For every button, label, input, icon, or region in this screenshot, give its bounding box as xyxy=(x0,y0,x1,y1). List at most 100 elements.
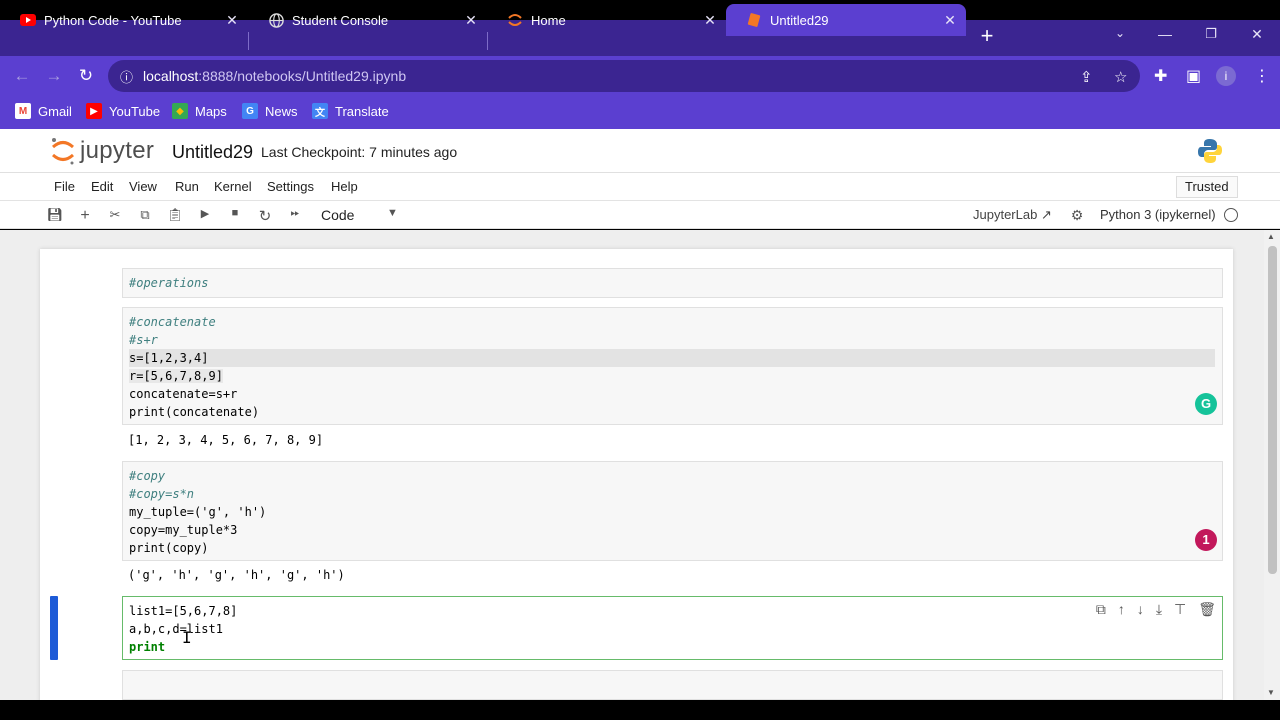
tab-home[interactable]: Home ✕ xyxy=(487,4,726,36)
youtube-icon xyxy=(20,12,36,28)
move-down-arrow-icon[interactable]: ↓ xyxy=(1137,601,1144,618)
avatar[interactable]: i xyxy=(1216,66,1236,86)
menu-kernel[interactable]: Kernel xyxy=(214,179,252,194)
code-cell[interactable]: [ ]: #operations xyxy=(40,268,1233,298)
maps-icon: ◆ xyxy=(172,103,188,119)
cell-output: ('g', 'h', 'g', 'h', 'g', 'h') xyxy=(128,568,345,582)
cell-type-select[interactable]: Code xyxy=(321,207,354,223)
minimize-icon[interactable]: — xyxy=(1155,26,1175,42)
menu-file[interactable]: File xyxy=(54,179,75,194)
globe-icon xyxy=(268,12,284,28)
site-info-icon[interactable]: ⓘ xyxy=(120,67,133,86)
share-icon[interactable]: ⇪ xyxy=(1080,68,1093,86)
kernel-status-icon xyxy=(1224,208,1238,222)
bookmark-news[interactable]: G News xyxy=(242,103,298,119)
code-line: print xyxy=(129,640,166,654)
jupyter-header: jupyter Untitled29 Last Checkpoint: 7 mi… xyxy=(0,129,1280,173)
menu-help[interactable]: Help xyxy=(331,179,358,194)
cell-output: [1, 2, 3, 4, 5, 6, 7, 8, 9] xyxy=(128,433,324,447)
window-close-icon[interactable]: ✕ xyxy=(1247,26,1267,43)
duplicate-cell-icon[interactable]: ⧉ xyxy=(1096,601,1106,618)
url-bar[interactable]: ⓘ localhost:8888/notebooks/Untitled29.ip… xyxy=(108,60,1140,92)
tab-label: Untitled29 xyxy=(770,12,829,28)
scroll-up-icon[interactable]: ▲ xyxy=(1267,232,1275,241)
delete-trash-icon[interactable]: 🗑︎ xyxy=(1198,601,1216,618)
code-line: #operations xyxy=(129,276,209,290)
bookmark-gmail[interactable]: M Gmail xyxy=(15,103,72,119)
bookmark-star-icon[interactable]: ☆ xyxy=(1114,68,1127,86)
insert-above-icon[interactable]: ⤓ xyxy=(1156,601,1162,618)
jupyter-logo-text: jupyter xyxy=(80,137,155,164)
cell-input[interactable]: list1=[5,6,7,8] a,b,c,d=list1 print ⧉ ↑ … xyxy=(122,596,1223,660)
menu-run[interactable]: Run xyxy=(175,179,199,194)
tab-untitled29[interactable]: Untitled29 ✕ xyxy=(726,4,966,36)
back-arrow-icon[interactable]: ← xyxy=(11,66,33,88)
copy-icon[interactable]: ⧉ xyxy=(136,207,154,223)
more-menu-icon[interactable]: ⋮ xyxy=(1254,66,1270,86)
tab-search-chevron-icon[interactable]: ⌄ xyxy=(1110,26,1130,40)
chevron-down-icon[interactable]: ▼ xyxy=(387,207,398,219)
restore-icon[interactable]: ❐ xyxy=(1201,26,1221,42)
side-panel-icon[interactable]: ▣ xyxy=(1186,66,1201,86)
code-line: list1=[5,6,7,8] xyxy=(129,604,238,618)
menu-settings[interactable]: Settings xyxy=(267,179,314,194)
kernel-name[interactable]: Python 3 (ipykernel) xyxy=(1100,207,1216,222)
cell-input[interactable]: #concatenate #s+r s=[1,2,3,4] r=[5,6,7,8… xyxy=(122,307,1223,425)
paste-clipboard-icon[interactable]: 📋︎ xyxy=(166,207,184,223)
code-line: my_tuple=('g', 'h') xyxy=(129,505,267,519)
bookmark-youtube[interactable]: ▶ YouTube xyxy=(86,103,160,119)
bookmark-label: Translate xyxy=(335,103,389,119)
python-logo-icon xyxy=(1196,137,1224,170)
cell-input[interactable]: #copy #copy=s*n my_tuple=('g', 'h') copy… xyxy=(122,461,1223,561)
tab-python-code-youtube[interactable]: Python Code - YouTube ✕ xyxy=(0,4,248,36)
jupyterlab-link[interactable]: JupyterLab ↗ xyxy=(973,207,1052,223)
menu-view[interactable]: View xyxy=(129,179,157,194)
notebook-area: [ ]: #operations [1]: #concatenate #s+r … xyxy=(0,230,1280,709)
save-icon[interactable]: 💾︎ xyxy=(46,207,64,223)
scroll-down-icon[interactable]: ▼ xyxy=(1267,688,1275,697)
gear-icon[interactable]: ⚙ xyxy=(1068,207,1086,223)
reload-icon[interactable]: ↻ xyxy=(75,66,97,88)
forward-arrow-icon[interactable]: → xyxy=(43,66,65,88)
notification-badge[interactable]: 1 xyxy=(1195,529,1217,551)
trusted-indicator[interactable]: Trusted xyxy=(1176,176,1238,198)
scrollbar-thumb[interactable] xyxy=(1268,246,1277,574)
fast-forward-icon[interactable]: ⏩︎ xyxy=(286,207,304,223)
close-icon[interactable]: ✕ xyxy=(702,12,718,28)
new-tab-plus-icon[interactable]: + xyxy=(976,25,998,48)
code-cell[interactable]: [1]: #concatenate #s+r s=[1,2,3,4] r=[5,… xyxy=(40,307,1233,457)
insert-cell-plus-icon[interactable]: + xyxy=(76,207,94,224)
code-line: #copy=s*n xyxy=(129,487,195,501)
extensions-puzzle-icon[interactable]: ✚ xyxy=(1154,66,1167,86)
insert-below-icon[interactable]: ⊤ xyxy=(1174,601,1186,618)
jupyter-logo[interactable]: jupyter xyxy=(50,136,154,166)
checkpoint-status: Last Checkpoint: 7 minutes ago xyxy=(261,144,458,160)
run-play-icon[interactable]: ▶ xyxy=(196,207,214,223)
external-link-icon: ↗ xyxy=(1040,207,1052,222)
code-line: r=[5,6,7,8,9] xyxy=(129,369,223,383)
bookmark-translate[interactable]: 文 Translate xyxy=(312,103,389,119)
tab-student-console[interactable]: Student Console ✕ xyxy=(248,4,487,36)
code-line-text: s=[1,2,3,4] xyxy=(129,351,209,365)
notebook-title[interactable]: Untitled29 xyxy=(172,142,253,163)
bookmark-maps[interactable]: ◆ Maps xyxy=(172,103,227,119)
active-code-cell[interactable]: [ ]: list1=[5,6,7,8] a,b,c,d=list1 print… xyxy=(40,596,1233,660)
code-line: copy=my_tuple*3 xyxy=(129,523,238,537)
cut-scissors-icon[interactable]: ✂ xyxy=(106,207,124,223)
cell-selection-bar xyxy=(50,596,58,660)
code-cell[interactable]: [ ]: xyxy=(40,670,1233,700)
code-cell[interactable]: [3]: #copy #copy=s*n my_tuple=('g', 'h')… xyxy=(40,461,1233,591)
stop-square-icon[interactable]: ■ xyxy=(226,207,244,223)
cell-input[interactable] xyxy=(122,670,1223,700)
grammarly-icon[interactable]: G xyxy=(1195,393,1217,415)
restart-kernel-icon[interactable]: ↻ xyxy=(256,207,274,225)
move-up-arrow-icon[interactable]: ↑ xyxy=(1118,601,1125,618)
close-icon[interactable]: ✕ xyxy=(463,12,479,28)
cell-input[interactable]: #operations xyxy=(122,268,1223,298)
close-icon[interactable]: ✕ xyxy=(224,12,240,28)
bookmark-label: Maps xyxy=(195,103,227,119)
menu-edit[interactable]: Edit xyxy=(91,179,113,194)
jupyter-logo-icon xyxy=(51,138,75,165)
close-icon[interactable]: ✕ xyxy=(942,12,958,28)
page-scrollbar[interactable]: ▲ ▼ xyxy=(1264,230,1280,700)
